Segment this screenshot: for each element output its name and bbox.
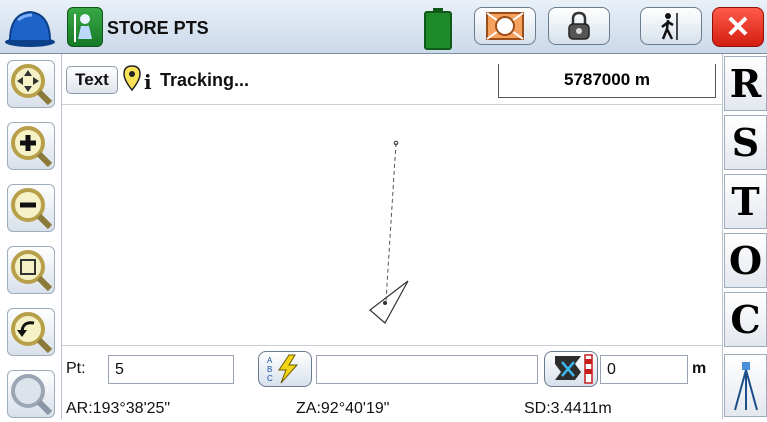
close-icon: ✕ — [725, 10, 751, 44]
stakeout-button[interactable] — [640, 7, 702, 45]
description-button[interactable]: A B C — [258, 351, 312, 387]
point-number-input[interactable]: 5 — [108, 355, 234, 384]
angle-right-readout: AR:193°38'25" — [66, 400, 171, 417]
svg-text:C: C — [267, 374, 273, 383]
pan-button[interactable] — [7, 60, 55, 108]
map-scale: 5787000 m — [498, 64, 716, 98]
app-title: STORE PTS — [107, 18, 209, 38]
zenith-angle-readout: ZA:92°40'19" — [296, 400, 390, 417]
zoom-previous-button[interactable] — [7, 308, 55, 356]
abc-lightning-icon: A B C — [267, 354, 299, 384]
walker-icon — [661, 13, 678, 40]
right-toolbar: R S T O C — [722, 54, 767, 419]
map-view[interactable] — [62, 104, 722, 346]
measurement-line — [385, 142, 397, 302]
s-button[interactable]: S — [724, 115, 767, 170]
surveyor-icon — [67, 7, 103, 47]
svg-text:i: i — [144, 70, 152, 94]
zoom-extents-button[interactable] — [7, 246, 55, 294]
tripod-button[interactable] — [724, 354, 767, 417]
tripod-icon — [733, 361, 758, 410]
height-unit: m — [692, 360, 707, 377]
point-info-icon[interactable]: i — [122, 64, 158, 94]
r-button[interactable]: R — [724, 56, 767, 111]
zoom-in-button[interactable] — [7, 122, 55, 170]
svg-text:B: B — [267, 365, 272, 374]
zoom-extents-icon — [11, 250, 53, 292]
zoom-out-icon — [11, 188, 53, 230]
slope-distance-readout: SD:3.4411m — [524, 400, 612, 417]
helmet-icon[interactable] — [4, 6, 56, 48]
target-height-input[interactable]: 0 — [600, 355, 688, 384]
target-button[interactable] — [474, 7, 536, 45]
instrument-point — [383, 301, 387, 305]
battery-icon — [424, 8, 452, 50]
point-label: Pt: — [66, 360, 86, 377]
zoom-in-icon — [11, 126, 53, 168]
instrument-triangle — [369, 280, 409, 324]
map-canvas — [369, 140, 409, 324]
c-button[interactable]: C — [724, 292, 767, 347]
zoom-previous-icon — [11, 312, 53, 354]
top-bar: STORE PTS ✕ — [0, 0, 767, 54]
left-toolbar — [0, 54, 62, 419]
o-button[interactable]: O — [724, 233, 767, 288]
close-button[interactable]: ✕ — [712, 7, 764, 47]
zoom-out-button[interactable] — [7, 184, 55, 232]
t-button[interactable]: T — [724, 174, 767, 229]
pan-icon — [11, 64, 53, 106]
lock-icon — [568, 11, 590, 40]
target-height-button[interactable] — [544, 351, 598, 387]
target-icon — [486, 12, 524, 40]
description-input[interactable] — [316, 355, 538, 384]
svg-text:A: A — [267, 356, 273, 365]
text-toggle-button[interactable]: Text — [66, 66, 118, 94]
lock-button[interactable] — [548, 7, 610, 45]
zoom-window-button[interactable] — [7, 370, 55, 418]
tracking-status: Tracking... — [160, 70, 250, 90]
target-height-icon — [555, 354, 593, 384]
zoom-window-icon — [11, 374, 53, 416]
